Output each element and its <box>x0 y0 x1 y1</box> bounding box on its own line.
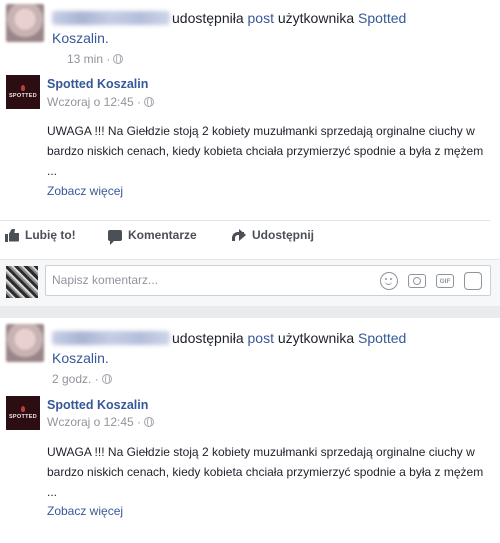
share-middle-text: użytkownika <box>277 330 355 346</box>
page-link[interactable]: Spotted <box>358 330 406 346</box>
current-user-avatar[interactable] <box>6 266 38 298</box>
post-text: UWAGA !!! Na Giełdzie stoją 2 kobiety mu… <box>47 445 484 499</box>
page-avatar[interactable]: SPOTTED <box>6 396 40 430</box>
share-middle-text: użytkownika <box>277 10 355 26</box>
share-headline: udostępniła post użytkownika Spotted Kos… <box>52 8 482 48</box>
sticker-icon[interactable] <box>464 272 482 290</box>
inner-timestamp[interactable]: Wczoraj o 12:45 · <box>47 415 155 429</box>
globe-icon <box>144 97 155 107</box>
sharer-avatar[interactable] <box>6 324 44 362</box>
globe-icon <box>113 54 124 64</box>
see-more-link[interactable]: Zobacz więcej <box>47 504 123 518</box>
sharer-avatar[interactable] <box>6 4 44 42</box>
thumbs-up-icon <box>5 229 19 242</box>
globe-icon <box>144 417 155 427</box>
inner-timestamp[interactable]: Wczoraj o 12:45 · <box>47 95 155 109</box>
globe-icon <box>101 374 112 384</box>
feed-post-1: udostępniła post użytkownika Spotted Kos… <box>0 0 500 306</box>
divider <box>0 220 490 221</box>
gif-icon[interactable]: GIF <box>436 274 454 288</box>
emoji-icon[interactable] <box>380 272 398 290</box>
page-link-cont[interactable]: Koszalin. <box>52 30 109 46</box>
page-link[interactable]: Spotted <box>358 10 406 26</box>
comment-button[interactable]: Komentarze <box>108 228 197 245</box>
post-actions: Lubię to! Komentarze Udostępnij <box>0 228 490 250</box>
share-headline: udostępniła post użytkownika Spotted Kos… <box>52 328 482 368</box>
see-more-link[interactable]: Zobacz więcej <box>47 184 123 198</box>
like-button[interactable]: Lubię to! <box>5 228 76 242</box>
camera-icon[interactable] <box>408 274 426 288</box>
comment-composer: GIF <box>0 259 500 306</box>
post-timestamp[interactable]: 13 min · <box>67 52 124 66</box>
share-button[interactable]: Udostępnij <box>232 228 314 242</box>
page-name-link[interactable]: Spotted Koszalin <box>47 77 148 91</box>
comment-icon <box>108 229 122 245</box>
comment-input[interactable] <box>52 273 372 287</box>
post-text: UWAGA !!! Na Giełdzie stoją 2 kobiety mu… <box>47 124 484 178</box>
share-action-text: udostępniła <box>172 330 244 346</box>
share-arrow-icon <box>232 229 246 241</box>
page-name-link[interactable]: Spotted Koszalin <box>47 398 148 412</box>
post-link[interactable]: post <box>248 10 274 26</box>
comment-input-box[interactable]: GIF <box>45 265 491 296</box>
page-link-cont[interactable]: Koszalin. <box>52 350 109 366</box>
page-avatar[interactable]: SPOTTED <box>6 75 40 109</box>
feed-post-2: udostępniła post użytkownika Spotted Kos… <box>0 318 500 543</box>
post-timestamp[interactable]: 2 godz. · <box>52 372 112 386</box>
share-action-text: udostępniła <box>172 10 244 26</box>
post-link[interactable]: post <box>248 330 274 346</box>
